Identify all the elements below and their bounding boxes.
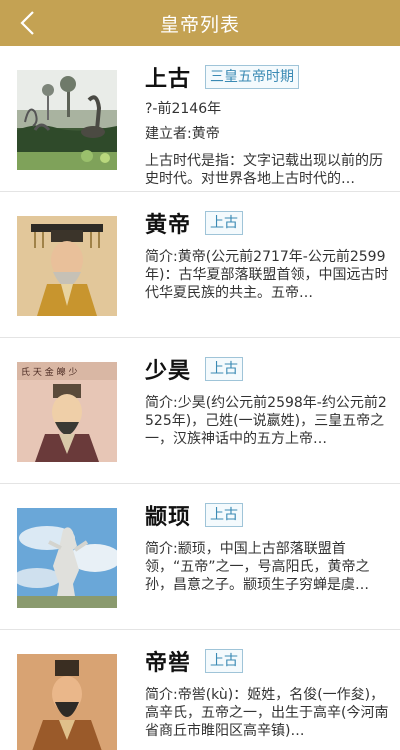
item-name: 上古: [145, 67, 192, 92]
list-item[interactable]: 颛顼 上古 简介:颛顼，中国上古部落联盟首领，“五帝”之一，号高阳氏，黄帝之孙，…: [0, 484, 400, 630]
item-period: ?-前2146年: [145, 101, 222, 117]
list-item[interactable]: 帝喾 上古 简介:帝喾(kù)：姬姓，名俊(一作夋)，高辛氏，五帝之一，出生于高…: [0, 630, 400, 750]
item-info: 上古 三皇五帝时期 ?-前2146年 建立者:黄帝 上古时代是指：文字记载出现以…: [145, 60, 394, 188]
back-button[interactable]: [14, 10, 40, 36]
app-header: 皇帝列表: [0, 0, 400, 46]
item-image-statue: [17, 508, 117, 608]
item-description: 简介:少昊(约公元前2598年-约公元前2525年)，己姓(一说嬴姓)，三皇五帝…: [145, 395, 387, 447]
item-image-dinosaur-scene: [17, 70, 117, 170]
era-badge: 上古: [205, 211, 244, 235]
item-description: 简介:颛顼，中国上古部落联盟首领，“五帝”之一，号高阳氏，黄帝之孙，昌意之子。颛…: [145, 541, 370, 593]
item-name: 黄帝: [145, 213, 192, 238]
chevron-left-icon: [20, 11, 34, 35]
item-info: 颛顼 上古 简介:颛顼，中国上古部落联盟首领，“五帝”之一，号高阳氏，黄帝之孙，…: [145, 498, 394, 594]
emperor-list[interactable]: 上古 三皇五帝时期 ?-前2146年 建立者:黄帝 上古时代是指：文字记载出现以…: [0, 46, 400, 750]
item-description: 简介:帝喾(kù)：姬姓，名俊(一作夋)，高辛氏，五帝之一，出生于高辛(今河南省…: [145, 687, 389, 739]
item-description: 上古时代是指：文字记载出现以前的历史时代。对世界各地上古时代的…: [145, 153, 383, 187]
item-info: 帝喾 上古 简介:帝喾(kù)：姬姓，名俊(一作夋)，高辛氏，五帝之一，出生于高…: [145, 644, 394, 740]
era-badge: 三皇五帝时期: [205, 65, 300, 89]
item-founder: 建立者:黄帝: [145, 126, 220, 142]
item-name: 颛顼: [145, 505, 192, 530]
item-name: 少昊: [145, 359, 192, 384]
list-item[interactable]: 氏 天 金 皞 少 少昊 上古 简介:少昊(约公元前2598年-约公元前2525…: [0, 338, 400, 484]
svg-text:氏 天 金 皞 少: 氏 天 金 皞 少: [21, 366, 77, 378]
list-item[interactable]: 黄帝 上古 简介:黄帝(公元前2717年-公元前2599年)：古华夏部落联盟首领…: [0, 192, 400, 338]
item-image-emperor-portrait: [17, 216, 117, 316]
list-item[interactable]: 上古 三皇五帝时期 ?-前2146年 建立者:黄帝 上古时代是指：文字记载出现以…: [0, 46, 400, 192]
era-badge: 上古: [205, 649, 244, 673]
era-badge: 上古: [205, 357, 244, 381]
item-info: 黄帝 上古 简介:黄帝(公元前2717年-公元前2599年)：古华夏部落联盟首领…: [145, 206, 394, 302]
item-image-emperor-portrait: [17, 654, 117, 750]
page-title: 皇帝列表: [159, 13, 240, 36]
era-badge: 上古: [205, 503, 244, 527]
item-name: 帝喾: [145, 651, 192, 676]
item-info: 少昊 上古 简介:少昊(约公元前2598年-约公元前2525年)，己姓(一说嬴姓…: [145, 352, 394, 448]
item-image-emperor-portrait: 氏 天 金 皞 少: [17, 362, 117, 462]
item-description: 简介:黄帝(公元前2717年-公元前2599年)：古华夏部落联盟首领，中国远古时…: [145, 249, 389, 301]
